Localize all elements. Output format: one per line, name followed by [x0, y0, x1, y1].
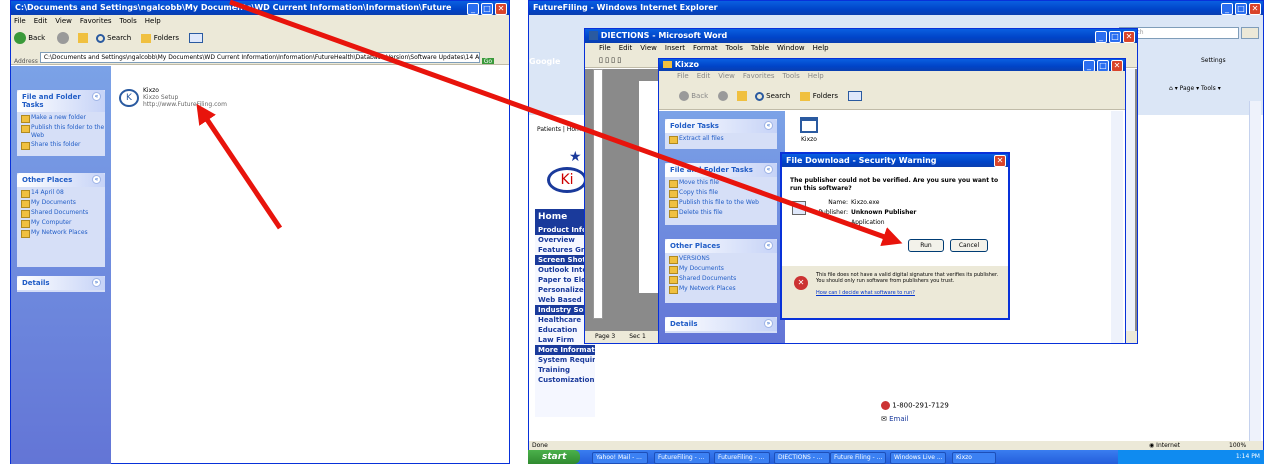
arrow-to-run-button	[229, 0, 903, 247]
annotation-arrows	[196, 0, 903, 247]
arrow-to-kixzo-file	[196, 103, 283, 230]
